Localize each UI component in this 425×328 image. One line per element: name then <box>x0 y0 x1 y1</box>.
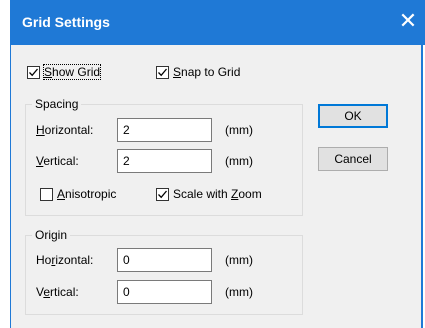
scale-with-zoom-checkbox[interactable]: Scale with Zoom <box>156 187 262 201</box>
spacing-vertical-input[interactable]: 2 <box>117 149 212 173</box>
scale-with-zoom-label: Scale with Zoom <box>173 187 262 201</box>
snap-to-grid-label: Snap to Grid <box>173 65 241 79</box>
origin-horizontal-input[interactable]: 0 <box>117 248 212 272</box>
origin-vertical-label: Vertical: <box>36 285 79 299</box>
title-bar: Grid Settings ✕ <box>10 0 425 45</box>
origin-horizontal-unit: (mm) <box>225 253 253 267</box>
cancel-button[interactable]: Cancel <box>318 147 388 171</box>
anisotropic-checkbox[interactable]: Anisotropic <box>40 187 116 201</box>
origin-vertical-input[interactable]: 0 <box>117 280 212 304</box>
snap-to-grid-checkbox[interactable]: Snap to Grid <box>156 65 240 79</box>
show-grid-checkbox[interactable]: Show Grid <box>27 64 102 80</box>
spacing-horizontal-label: Horizontal: <box>36 123 94 137</box>
spacing-horizontal-input[interactable]: 2 <box>117 118 212 142</box>
anisotropic-label: Anisotropic <box>57 187 117 201</box>
window-title: Grid Settings <box>22 14 110 30</box>
spacing-horizontal-unit: (mm) <box>225 123 253 137</box>
spacing-group: Spacing Horizontal: 2 (mm) Vertical: 2 (… <box>25 97 303 216</box>
dialog-body: Show Grid Snap to Grid Spacing Horizonta… <box>10 45 423 328</box>
anisotropic-check-icon <box>40 187 53 201</box>
origin-vertical-unit: (mm) <box>225 285 253 299</box>
show-grid-label: Show Grid <box>42 64 102 80</box>
origin-horizontal-label: Horizontal: <box>36 253 94 267</box>
snap-to-grid-check-icon <box>156 65 169 79</box>
show-grid-check-icon <box>27 65 40 79</box>
spacing-vertical-label: Vertical: <box>36 154 79 168</box>
origin-group-title: Origin <box>32 228 71 242</box>
origin-group: Origin Horizontal: 0 (mm) Vertical: 0 (m… <box>25 228 303 315</box>
spacing-vertical-unit: (mm) <box>225 154 253 168</box>
spacing-group-title: Spacing <box>32 97 82 111</box>
scale-with-zoom-check-icon <box>156 187 169 201</box>
ok-button[interactable]: OK <box>318 104 388 128</box>
close-icon[interactable]: ✕ <box>391 0 425 45</box>
